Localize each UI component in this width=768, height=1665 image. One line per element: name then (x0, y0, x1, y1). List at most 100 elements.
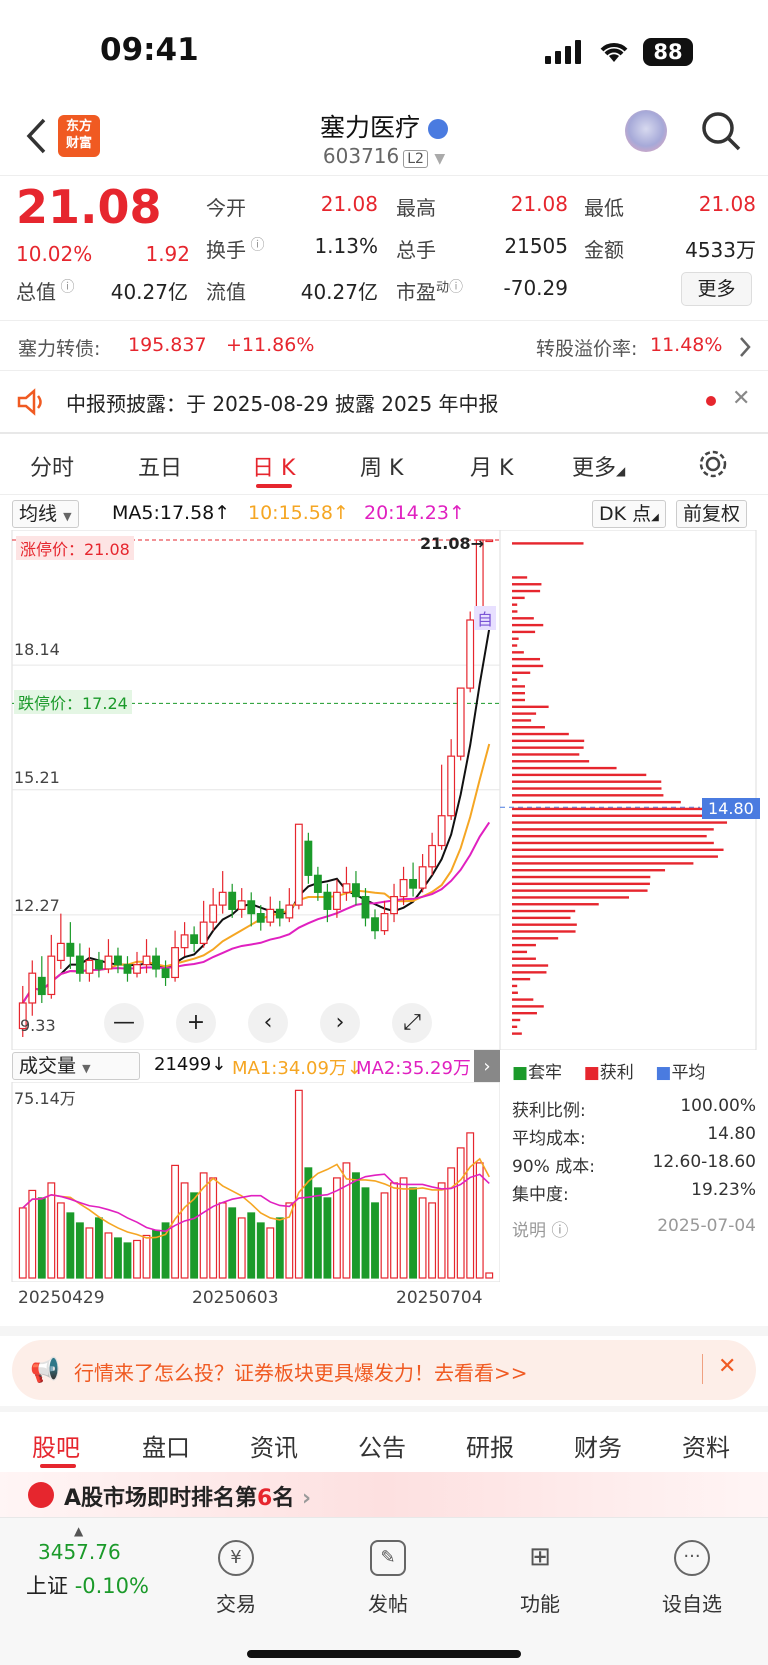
candle-body (285, 904, 294, 919)
tab-profile[interactable]: 资料 (682, 1428, 730, 1463)
tab-monthly-k[interactable]: 月 K (470, 450, 513, 482)
caret-up-icon: ▲ (74, 1524, 84, 1538)
chip-bar (512, 617, 534, 620)
tab-research[interactable]: 研报 (466, 1428, 514, 1463)
candle-body (218, 891, 227, 906)
tab-daily-k[interactable]: 日 K (252, 450, 295, 482)
ma5-value: MA5:17.58↑ (112, 502, 231, 524)
volume-bar (133, 1239, 141, 1279)
forward-adjust-button[interactable]: 前复权 (676, 500, 748, 528)
turnover-label: 换手 ⓘ (206, 237, 265, 262)
chip-bar (512, 828, 714, 831)
index-row[interactable]: 上证 -0.10% (26, 1570, 149, 1600)
expand-arrow-icon[interactable]: › (474, 1050, 500, 1084)
chip-bar (512, 651, 524, 654)
chip-stat-label: 集中度: (512, 1185, 569, 1205)
fullscreen-icon[interactable]: ⤢ (392, 1003, 432, 1043)
signal-icon (545, 40, 581, 64)
tab-finance[interactable]: 财务 (574, 1428, 622, 1463)
chip-bar (512, 1005, 544, 1008)
zoom-in-button[interactable]: + (176, 1003, 216, 1043)
chip-bar (512, 787, 662, 790)
volume-bar (294, 1089, 303, 1279)
tab-news[interactable]: 资讯 (250, 1428, 298, 1463)
scroll-right-button[interactable]: › (320, 1003, 360, 1043)
chip-bar (512, 610, 518, 613)
tab-announcements[interactable]: 公告 (358, 1428, 406, 1463)
notice-text[interactable]: 中报预披露：于 2025-08-29 披露 2025 年中报 (66, 388, 499, 417)
chip-bar (512, 678, 518, 681)
volume-bar (361, 1187, 370, 1279)
candle-body (94, 959, 103, 970)
last-price: 21.08 (16, 180, 162, 234)
volume-bar (399, 1177, 408, 1279)
candle-body (332, 891, 341, 910)
dk-point-button[interactable]: DK 点◢ (592, 500, 666, 528)
self-select-tag: 自 (474, 606, 497, 630)
chevron-right-icon[interactable] (738, 336, 752, 358)
volume-bar (256, 1222, 265, 1279)
turnover-value: 1.13% (314, 234, 378, 258)
enterprise-badge-icon (427, 119, 448, 139)
chip-bar (512, 589, 541, 593)
search-icon[interactable] (700, 110, 742, 152)
x-tick-label: 20250704 (396, 1288, 483, 1308)
nav-add-watchlist[interactable]: 设自选 (652, 1588, 732, 1617)
volume-indicator-select[interactable]: 成交量 ▼ (12, 1052, 140, 1080)
ma-select[interactable]: 均线 ▼ (12, 500, 79, 528)
rank-banner[interactable]: A股市场即时排名第6名 › (0, 1472, 768, 1518)
pe-label: 市盈动ⓘ (396, 279, 464, 304)
stock-code: 603716 (322, 144, 400, 168)
y-tick-label: 9.33 (20, 1016, 56, 1035)
kline-chart[interactable] (0, 530, 768, 1050)
nav-trade[interactable]: 交易 (196, 1588, 276, 1617)
index-value[interactable]: 3457.76 (38, 1540, 121, 1564)
chip-note-link[interactable]: 说明 ⓘ (512, 1216, 568, 1241)
more-button[interactable]: 更多 (681, 272, 752, 306)
volume-chart[interactable] (0, 1082, 500, 1282)
chip-bar (512, 923, 577, 926)
tab-more[interactable]: 更多◢ (572, 450, 625, 482)
chip-bar (512, 739, 585, 743)
volume-bar (104, 1232, 113, 1279)
chip-bar (512, 991, 518, 994)
robot-assistant-icon[interactable] (625, 110, 667, 152)
chip-bar (512, 753, 580, 756)
chip-bar (512, 603, 518, 606)
candle-body (28, 972, 37, 1004)
promo-close-icon[interactable]: ✕ (718, 1354, 736, 1379)
scroll-left-button[interactable]: ‹ (248, 1003, 288, 1043)
close-icon[interactable]: ✕ (732, 386, 750, 411)
avg-cost-tag: 14.80 (702, 798, 760, 819)
tab-weekly-k[interactable]: 周 K (360, 450, 403, 482)
chip-bar (512, 916, 571, 920)
volume-bar (190, 1192, 199, 1279)
volume-bar (75, 1222, 84, 1279)
chip-bar (512, 930, 576, 933)
tab-forum[interactable]: 股吧 (32, 1428, 80, 1463)
open-value: 21.08 (320, 192, 378, 216)
candle-body (275, 908, 284, 919)
volume-bar (371, 1202, 379, 1279)
volume-max-label: 75.14万 (14, 1089, 76, 1108)
settings-gear-icon[interactable] (697, 448, 729, 480)
chip-date: 2025-07-04 (657, 1216, 756, 1236)
candle-body (456, 687, 465, 757)
candle-body (418, 866, 427, 889)
candle-body (171, 947, 180, 979)
volume-ma2: MA2:35.29万↓ (356, 1058, 486, 1079)
candle-body (304, 840, 313, 876)
nav-post[interactable]: 发帖 (348, 1588, 428, 1617)
zoom-out-button[interactable]: — (104, 1003, 144, 1043)
tab-five-day[interactable]: 五日 (138, 450, 182, 482)
tab-intraday[interactable]: 分时 (30, 450, 74, 482)
limit-up-label: 涨停价：21.08 (16, 536, 134, 560)
chip-bar (512, 794, 664, 797)
volume-bar (485, 1272, 494, 1279)
nav-functions[interactable]: 功能 (500, 1588, 580, 1617)
promo-banner[interactable]: 📢 行情来了怎么投？证券板块更具爆发力！去看看>> ✕ (12, 1340, 756, 1400)
chip-bar (512, 719, 532, 722)
tab-order-book[interactable]: 盘口 (142, 1428, 190, 1463)
bond-label[interactable]: 塞力转债: (18, 334, 100, 361)
amount-label: 金额 (584, 238, 624, 262)
